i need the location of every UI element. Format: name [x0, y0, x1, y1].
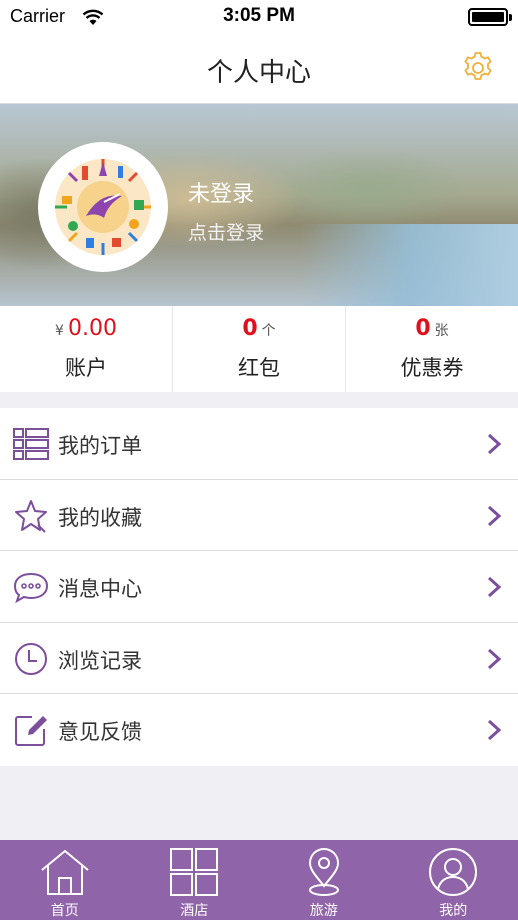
stat-unit: 张 [434, 323, 449, 339]
menu-item-favorites[interactable]: 我的收藏 [0, 480, 518, 551]
nav-bar: 个人中心 [0, 36, 518, 104]
home-icon [41, 849, 89, 895]
stat-coupon[interactable]: 0张 优惠券 [346, 306, 518, 392]
user-icon [429, 848, 478, 896]
star-icon [15, 499, 47, 533]
tab-bar: 首页 酒店 旅游 我的 [0, 840, 518, 920]
stat-value: 0 [242, 316, 258, 341]
menu-item-label: 意见反馈 [58, 720, 142, 744]
tab-hotel[interactable]: 酒店 [130, 840, 260, 920]
profile-banner[interactable]: 未登录 点击登录 [0, 104, 518, 306]
chevron-right-icon [487, 433, 502, 455]
banner-background [300, 224, 518, 306]
tab-home[interactable]: 首页 [0, 840, 130, 920]
battery-icon [468, 8, 512, 26]
gear-icon[interactable] [460, 50, 496, 86]
stat-label: 优惠券 [400, 356, 464, 380]
stat-red-packet[interactable]: 0个 红包 [173, 306, 346, 392]
chat-bubble-icon [13, 572, 49, 604]
location-pin-icon [308, 848, 339, 896]
tab-label: 首页 [50, 903, 79, 919]
tab-label: 我的 [439, 903, 468, 919]
stat-value: 0.00 [67, 316, 117, 341]
menu-item-label: 消息中心 [58, 577, 142, 601]
currency-symbol: ¥ [55, 323, 64, 339]
tab-travel[interactable]: 旅游 [259, 840, 389, 920]
username-label: 未登录 [188, 182, 255, 207]
login-link[interactable]: 点击登录 [188, 218, 264, 245]
menu-item-messages[interactable]: 消息中心 [0, 551, 518, 623]
list-icon [13, 428, 49, 460]
clock-time: 3:05 PM [223, 5, 295, 26]
stat-account[interactable]: ¥0.00 账户 [0, 306, 173, 392]
menu-list: 我的订单 我的收藏 消息中心 浏览记录 意见反馈 [0, 408, 518, 766]
status-bar: Carrier 3:05 PM [0, 0, 518, 36]
travel-logo-icon [55, 159, 151, 255]
chevron-right-icon [487, 719, 502, 741]
menu-item-history[interactable]: 浏览记录 [0, 623, 518, 694]
menu-item-feedback[interactable]: 意见反馈 [0, 694, 518, 766]
chevron-right-icon [487, 505, 502, 526]
stat-label: 账户 [65, 356, 107, 380]
tab-mine[interactable]: 我的 [389, 840, 518, 920]
menu-item-label: 我的订单 [58, 434, 142, 458]
stat-label: 红包 [238, 356, 280, 380]
tab-label: 酒店 [180, 903, 209, 919]
menu-item-label: 我的收藏 [58, 505, 142, 530]
page-title: 个人中心 [206, 58, 311, 88]
menu-item-label: 浏览记录 [58, 648, 142, 673]
chevron-right-icon [487, 648, 502, 669]
account-stats: ¥0.00 账户 0个 红包 0张 优惠券 [0, 306, 518, 392]
stat-value: 0 [415, 316, 431, 341]
menu-item-orders[interactable]: 我的订单 [0, 408, 518, 480]
grid-icon [170, 848, 219, 896]
stat-unit: 个 [261, 323, 276, 339]
tab-label: 旅游 [309, 903, 338, 919]
avatar[interactable] [38, 142, 168, 272]
edit-icon [15, 716, 47, 746]
chevron-right-icon [487, 576, 502, 598]
clock-icon [15, 642, 47, 675]
